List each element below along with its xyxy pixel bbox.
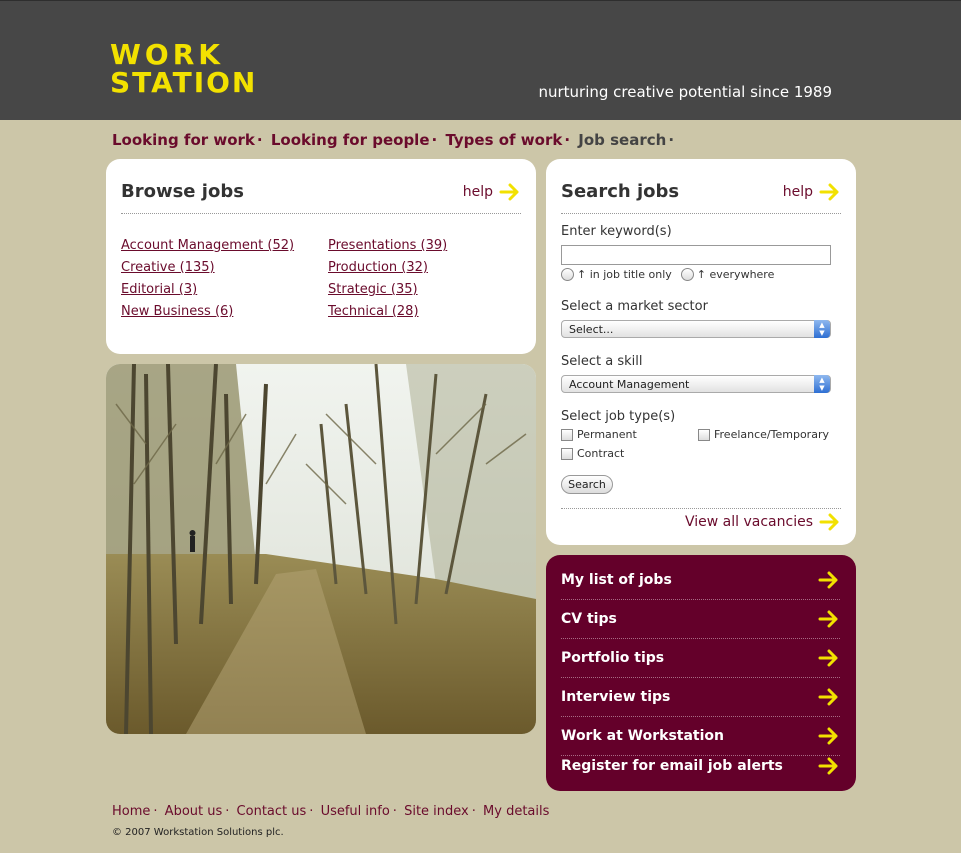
browse-jobs-header: Browse jobs help xyxy=(121,181,521,214)
logo-line-work: work xyxy=(110,38,224,71)
skill-value: Account Management xyxy=(569,378,690,391)
checkbox-freelance[interactable] xyxy=(698,428,710,441)
category-creative[interactable]: Creative (135) xyxy=(121,260,328,276)
browse-help-link[interactable]: help xyxy=(463,183,521,201)
footer-link-my-details[interactable]: My details xyxy=(483,804,549,819)
jobtype-permanent-label: Permanent xyxy=(577,428,637,441)
select-updown-icon: ▲ ▼ xyxy=(814,375,830,393)
keyword-input[interactable] xyxy=(561,245,831,265)
footer-link-about-us[interactable]: About us xyxy=(165,804,223,819)
jobtype-permanent[interactable]: Permanent xyxy=(561,428,698,441)
arrow-right-icon xyxy=(819,513,841,531)
nav-separator: · xyxy=(431,131,438,149)
footer-link-home[interactable]: Home xyxy=(112,804,150,819)
help-label: help xyxy=(782,184,813,200)
jobtype-contract-label: Contract xyxy=(577,447,625,460)
arrow-right-icon xyxy=(499,183,521,201)
browse-jobs-panel: Browse jobs help Account Management (52)… xyxy=(106,159,536,354)
footer-link-contact-us[interactable]: Contact us xyxy=(237,804,307,819)
jobtype-contract[interactable]: Contract xyxy=(561,447,698,460)
select-updown-icon: ▲ ▼ xyxy=(814,320,830,338)
quick-links-panel: My list of jobs CV tips Portfolio tips I… xyxy=(546,555,856,791)
arrow-right-icon xyxy=(818,610,840,628)
category-production[interactable]: Production (32) xyxy=(328,260,518,276)
arrow-right-icon xyxy=(818,727,840,745)
link-my-list-of-jobs[interactable]: My list of jobs xyxy=(561,561,840,600)
category-strategic[interactable]: Strategic (35) xyxy=(328,282,518,298)
nav-separator: · xyxy=(668,131,675,149)
link-label: Portfolio tips xyxy=(561,650,665,666)
footer-separator: · xyxy=(471,804,476,819)
nav-separator: · xyxy=(564,131,571,149)
link-interview-tips[interactable]: Interview tips xyxy=(561,678,840,717)
nav-separator: · xyxy=(256,131,263,149)
link-label: Register for email job alerts xyxy=(561,758,783,774)
woodland-path-photo xyxy=(106,364,536,734)
arrow-right-icon xyxy=(818,571,840,589)
footer-link-useful-info[interactable]: Useful info xyxy=(321,804,390,819)
category-new-business[interactable]: New Business (6) xyxy=(121,304,328,320)
tagline: nurturing creative potential since 1989 xyxy=(538,83,832,101)
footer-nav: Home · About us · Contact us · Useful info ·… xyxy=(112,804,549,819)
jobtype-label: Select job type(s) xyxy=(561,409,676,424)
view-all-vacancies-link[interactable]: View all vacancies xyxy=(685,513,841,531)
jobtype-checkboxes: Permanent Freelance/Temporary Contract xyxy=(561,428,841,460)
sector-label: Select a market sector xyxy=(561,299,708,314)
site-header: work station nurturing creative potentia… xyxy=(0,0,961,120)
jobtype-freelance-label: Freelance/Temporary xyxy=(714,428,829,441)
search-jobs-header: Search jobs help xyxy=(561,181,841,214)
skill-label: Select a skill xyxy=(561,354,643,369)
skill-select[interactable]: Account Management ▲ ▼ xyxy=(561,375,831,393)
view-all-row: View all vacancies xyxy=(561,508,841,538)
arrow-right-icon xyxy=(819,183,841,201)
help-label: help xyxy=(462,184,493,200)
link-label: My list of jobs xyxy=(561,572,672,588)
nav-job-search[interactable]: Job search xyxy=(578,131,666,149)
nav-types-of-work[interactable]: Types of work xyxy=(445,131,562,149)
footer-separator: · xyxy=(153,804,158,819)
workstation-logo[interactable]: work station xyxy=(110,41,257,97)
keyword-scope-radios: ↑ in job title only ↑ everywhere xyxy=(561,268,774,281)
keyword-label: Enter keyword(s) xyxy=(561,224,672,239)
link-email-job-alerts[interactable]: Register for email job alerts xyxy=(561,750,840,782)
category-presentations[interactable]: Presentations (39) xyxy=(328,238,518,254)
footer-separator: · xyxy=(392,804,397,819)
market-sector-select[interactable]: Select... ▲ ▼ xyxy=(561,320,831,338)
main-nav: Looking for work · Looking for people · Ty… xyxy=(112,131,677,149)
copyright: © 2007 Workstation Solutions plc. xyxy=(112,827,284,838)
jobtype-freelance[interactable]: Freelance/Temporary xyxy=(698,428,841,441)
link-cv-tips[interactable]: CV tips xyxy=(561,600,840,639)
category-editorial[interactable]: Editorial (3) xyxy=(121,282,328,298)
category-technical[interactable]: Technical (28) xyxy=(328,304,518,320)
search-jobs-panel: Search jobs help Enter keyword(s) ↑ in j… xyxy=(546,159,856,545)
photo-illustration xyxy=(106,364,536,734)
footer-separator: · xyxy=(309,804,314,819)
checkbox-contract[interactable] xyxy=(561,447,573,460)
arrow-right-icon xyxy=(818,757,840,775)
market-sector-value: Select... xyxy=(569,323,614,336)
search-jobs-title: Search jobs xyxy=(561,181,680,202)
radio-everywhere[interactable] xyxy=(680,268,694,281)
arrow-right-icon xyxy=(818,688,840,706)
logo-line-station: station xyxy=(110,66,258,99)
arrow-right-icon xyxy=(818,649,840,667)
search-help-link[interactable]: help xyxy=(783,183,841,201)
footer-separator: · xyxy=(225,804,230,819)
radio-everywhere-label: ↑ everywhere xyxy=(696,268,775,281)
nav-looking-for-people[interactable]: Looking for people xyxy=(271,131,430,149)
footer-link-site-index[interactable]: Site index xyxy=(404,804,469,819)
view-all-label: View all vacancies xyxy=(685,514,813,530)
checkbox-permanent[interactable] xyxy=(561,428,573,441)
browse-jobs-title: Browse jobs xyxy=(121,181,244,202)
radio-title-only-label: ↑ in job title only xyxy=(577,268,672,281)
search-button[interactable]: Search xyxy=(561,475,613,494)
link-portfolio-tips[interactable]: Portfolio tips xyxy=(561,639,840,678)
link-label: Interview tips xyxy=(561,689,671,705)
radio-title-only[interactable] xyxy=(561,268,574,281)
nav-looking-for-work[interactable]: Looking for work xyxy=(112,131,255,149)
job-category-list: Account Management (52) Presentations (3… xyxy=(121,238,521,320)
category-account-management[interactable]: Account Management (52) xyxy=(121,238,328,254)
link-label: CV tips xyxy=(561,611,617,627)
link-label: Work at Workstation xyxy=(561,728,724,744)
